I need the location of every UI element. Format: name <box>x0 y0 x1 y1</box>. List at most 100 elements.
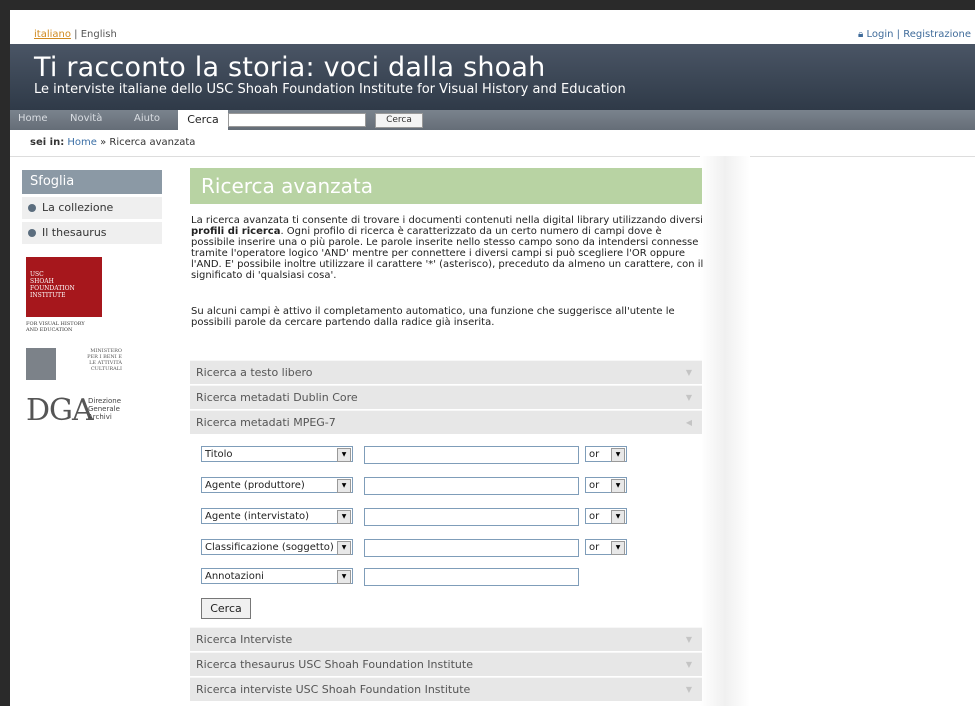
chevron-down-icon: ▼ <box>685 660 692 669</box>
logo-line: INSTITUTE <box>30 292 66 299</box>
logo-line: AND EDUCATION <box>26 327 73 333</box>
logo-line: FOUNDATION <box>30 285 75 292</box>
chevron-down-icon: ▼ <box>337 570 351 584</box>
right-column-shadow <box>700 156 750 706</box>
field-select[interactable]: Annotazioni ▼ <box>201 568 353 584</box>
nav-aiuto[interactable]: Aiuto <box>134 113 160 124</box>
operator-select[interactable]: or ▼ <box>585 539 627 555</box>
intro-paragraph-2: Su alcuni campi è attivo il completament… <box>191 306 675 328</box>
window-top-border <box>0 0 975 10</box>
field-value-input[interactable] <box>364 568 579 586</box>
auth-links: 🔒︎ Login | Registrazione <box>858 29 971 40</box>
usc-logo-subtitle: FOR VISUAL HISTORY AND EDUCATION <box>26 321 85 333</box>
accordion-testo-libero[interactable]: Ricerca a testo libero ▼ <box>190 360 702 384</box>
intro-paragraph: La ricerca avanzata ti consente di trova… <box>191 215 706 281</box>
sidebar-heading: Sfoglia <box>22 170 162 194</box>
submit-search-button[interactable]: Cerca <box>201 598 251 619</box>
field-select[interactable]: Classificazione (soggetto) ▼ <box>201 539 353 555</box>
language-bar: italiano | English 🔒︎ Login | Registrazi… <box>10 28 975 44</box>
operator-select[interactable]: or ▼ <box>585 446 627 462</box>
site-subtitle: Le interviste italiane dello USC Shoah F… <box>34 82 626 97</box>
sidebar-item-collezione[interactable]: La collezione <box>22 197 162 219</box>
auth-separator: | <box>893 29 904 40</box>
main-nav: Home Novità Aiuto Cerca Cerca <box>10 110 975 130</box>
field-select[interactable]: Agente (produttore) ▼ <box>201 477 353 493</box>
accordion-label: Ricerca interviste USC Shoah Foundation … <box>196 683 471 696</box>
chevron-down-icon: ▼ <box>337 479 351 493</box>
intro-bold: profili di ricerca <box>191 226 281 237</box>
operator-select[interactable]: or ▼ <box>585 508 627 524</box>
sidebar-item-label: La collezione <box>42 201 114 214</box>
lang-italiano-link[interactable]: italiano <box>34 29 71 40</box>
chevron-down-icon: ▼ <box>611 510 625 524</box>
lang-separator: | <box>70 29 81 40</box>
field-value-input[interactable] <box>364 539 579 557</box>
sidebar-item-thesaurus[interactable]: Il thesaurus <box>22 222 162 244</box>
breadcrumb-separator: » <box>96 137 110 148</box>
mpeg7-search-form: Titolo ▼ or ▼ Agente (produttore) ▼ or ▼ Age… <box>190 434 702 626</box>
accordion-label: Ricerca metadati MPEG-7 <box>196 416 336 429</box>
breadcrumb: sei in: Home » Ricerca avanzata <box>10 130 975 157</box>
search-input[interactable] <box>228 113 366 127</box>
operator-value: or <box>589 449 600 460</box>
field-value-input[interactable] <box>364 508 579 526</box>
accordion-interviste[interactable]: Ricerca Interviste ▼ <box>190 627 702 651</box>
chevron-down-icon: ▼ <box>611 479 625 493</box>
chevron-down-icon: ▼ <box>611 541 625 555</box>
sidebar-item-label: Il thesaurus <box>42 226 107 239</box>
dga-text: Direzione Generale Archivi <box>88 397 121 421</box>
window-left-border <box>0 10 10 706</box>
chevron-down-icon: ▼ <box>685 368 692 377</box>
bullet-icon <box>28 204 36 212</box>
field-select-value: Titolo <box>205 449 233 460</box>
chevron-down-icon: ▼ <box>337 541 351 555</box>
chevron-down-icon: ▼ <box>685 635 692 644</box>
language-switcher: italiano | English <box>34 29 117 40</box>
accordion-label: Ricerca Interviste <box>196 633 293 646</box>
register-link[interactable]: Registrazione <box>903 29 971 40</box>
site-title[interactable]: Ti racconto la storia: voci dalla shoah <box>34 52 545 83</box>
chevron-left-icon: ◀ <box>685 418 692 427</box>
field-select-value: Classificazione (soggetto) <box>205 542 334 553</box>
dga-logo[interactable]: DGA Direzione Generale Archivi <box>26 393 136 431</box>
accordion-label: Ricerca metadati Dublin Core <box>196 391 358 404</box>
logo-line: Archivi <box>88 413 112 421</box>
chevron-down-icon: ▼ <box>685 393 692 402</box>
field-select[interactable]: Titolo ▼ <box>201 446 353 462</box>
search-button[interactable]: Cerca <box>375 113 423 128</box>
accordion-mpeg7[interactable]: Ricerca metadati MPEG-7 ◀ <box>190 410 702 434</box>
field-value-input[interactable] <box>364 446 579 464</box>
nav-home[interactable]: Home <box>18 113 48 124</box>
breadcrumb-home-link[interactable]: Home <box>67 137 97 148</box>
dga-mark: DGA <box>26 393 94 428</box>
field-select[interactable]: Agente (intervistato) ▼ <box>201 508 353 524</box>
accordion-thesaurus-usc[interactable]: Ricerca thesaurus USC Shoah Foundation I… <box>190 652 702 676</box>
accordion-label: Ricerca a testo libero <box>196 366 313 379</box>
operator-select[interactable]: or ▼ <box>585 477 627 493</box>
ministero-emblem-icon <box>26 348 56 380</box>
operator-value: or <box>589 511 600 522</box>
accordion-dublin-core[interactable]: Ricerca metadati Dublin Core ▼ <box>190 385 702 409</box>
nav-novita[interactable]: Novità <box>70 113 102 124</box>
login-link[interactable]: Login <box>866 29 893 40</box>
field-select-value: Annotazioni <box>205 571 264 582</box>
chevron-down-icon: ▼ <box>337 448 351 462</box>
logo-line: CULTURALI <box>90 366 122 372</box>
breadcrumb-current: Ricerca avanzata <box>109 137 196 148</box>
operator-value: or <box>589 480 600 491</box>
accordion-interviste-usc[interactable]: Ricerca interviste USC Shoah Foundation … <box>190 677 702 701</box>
sidebar: Sfoglia La collezione Il thesaurus <box>22 170 162 244</box>
ministero-logo[interactable]: MINISTERO PER I BENI E LE ATTIVITÀ CULTU… <box>26 348 126 382</box>
logo-line: Direzione <box>88 397 122 405</box>
usc-shoah-logo[interactable]: USC SHOAH FOUNDATION INSTITUTE <box>26 257 102 317</box>
logo-line: SHOAH <box>30 278 54 285</box>
lang-english-link[interactable]: English <box>81 29 117 40</box>
operator-value: or <box>589 542 600 553</box>
chevron-down-icon: ▼ <box>611 448 625 462</box>
field-select-value: Agente (produttore) <box>205 480 305 491</box>
nav-cerca-tab[interactable]: Cerca <box>178 110 228 130</box>
ministero-text: MINISTERO PER I BENI E LE ATTIVITÀ CULTU… <box>82 348 122 372</box>
chevron-down-icon: ▼ <box>337 510 351 524</box>
field-value-input[interactable] <box>364 477 579 495</box>
logo-line: Generale <box>88 405 120 413</box>
